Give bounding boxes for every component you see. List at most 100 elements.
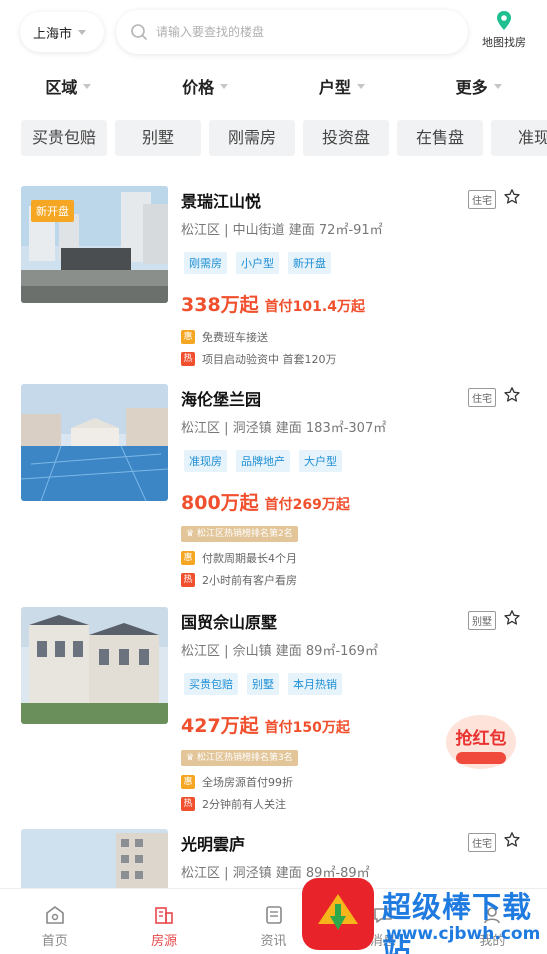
hot-icon: 热 <box>181 797 195 811</box>
chip-villa[interactable]: 别墅 <box>115 120 201 156</box>
filter-layout[interactable]: 户型 <box>274 72 411 100</box>
watermark-logo <box>302 878 374 950</box>
map-search-button[interactable]: 地图找房 <box>478 10 530 54</box>
ranking-badge: ♛ 松江区热销榜排名第2名 <box>181 526 298 542</box>
map-pin-icon <box>497 11 511 30</box>
listing-tag: 小户型 <box>236 252 279 274</box>
filter-label: 户型 <box>318 78 351 97</box>
promo-text: 抢红包 <box>456 728 507 749</box>
filter-price[interactable]: 价格 <box>137 72 274 100</box>
chip-investment[interactable]: 投资盘 <box>303 120 389 156</box>
watermark-url: www.cjbwh.com <box>386 924 541 944</box>
listing-location: 松江区 | 中山街道 建面 72㎡-91㎡ <box>181 223 383 238</box>
discount-icon: 惠 <box>181 775 195 789</box>
city-label: 上海市 <box>33 26 73 42</box>
hot-icon: 热 <box>181 352 195 366</box>
listing-tags: 刚需房 小户型 新开盘 <box>184 252 340 274</box>
listing-location: 松江区 | 洞泾镇 建面 183㎡-307㎡ <box>181 421 387 436</box>
property-type-tag: 住宅 <box>468 833 496 852</box>
filter-more[interactable]: 更多 <box>410 72 547 100</box>
info-text: 付款周期最长4个月 <box>202 552 297 565</box>
trophy-icon: ♛ <box>186 529 197 539</box>
listing-tag: 买贵包赔 <box>184 673 238 695</box>
listing-name: 国贸佘山原墅 <box>181 613 278 632</box>
listing-name: 景瑞江山悦 <box>181 192 262 211</box>
home-icon <box>45 906 64 924</box>
search-box[interactable] <box>116 10 468 54</box>
total-price: 338万起 <box>181 294 259 316</box>
listing-photo <box>21 829 168 888</box>
hot-info: 热项目启动验资中 首套120万 <box>181 351 337 367</box>
nav-home[interactable]: 首页 <box>0 889 109 954</box>
discount-icon: 惠 <box>181 551 195 565</box>
hot-info: 热 2小时前有客户看房 <box>181 572 297 588</box>
listing-tag: 准现房 <box>184 450 227 472</box>
listing-price: 338万起 首付101.4万起 <box>181 290 365 317</box>
chevron-down-icon <box>356 83 365 89</box>
listing-tag: 大户型 <box>299 450 342 472</box>
promo-info: 惠付款周期最长4个月 <box>181 550 297 566</box>
top-bar: 上海市 地图找房 <box>0 8 547 58</box>
chip-essential[interactable]: 刚需房 <box>209 120 295 156</box>
filter-area[interactable]: 区域 <box>0 72 137 100</box>
listing-tag: 别墅 <box>247 673 279 695</box>
hot-info: 热 2分钟前有人关注 <box>181 796 286 812</box>
listing-price: 427万起 首付150万起 <box>181 711 350 738</box>
promo-info: 惠免费班车接送 <box>181 329 268 345</box>
search-icon <box>131 24 147 40</box>
listing-tags: 准现房 品牌地产 大户型 <box>184 450 351 472</box>
map-search-label: 地图找房 <box>482 36 526 49</box>
city-selector[interactable]: 上海市 <box>20 12 104 52</box>
new-listing-badge: 新开盘 <box>31 200 74 222</box>
chip-ready-house[interactable]: 准现 <box>491 120 547 156</box>
star-icon[interactable] <box>503 609 521 627</box>
down-payment: 首付101.4万起 <box>264 299 365 315</box>
red-packet-promo[interactable]: 抢红包 <box>444 712 518 772</box>
quick-tag-row: 买贵包赔 别墅 刚需房 投资盘 在售盘 准现 <box>21 120 547 158</box>
listing-photo <box>21 607 168 724</box>
listing-list: 新开盘 景瑞江山悦 住宅 松江区 | 中山街道 建面 72㎡-91㎡ 刚需房 小… <box>0 186 547 888</box>
listing-tag: 新开盘 <box>288 252 331 274</box>
info-text: 全场房源首付99折 <box>202 776 293 789</box>
nav-listings[interactable]: 房源 <box>109 889 218 954</box>
info-text: 2小时前有客户看房 <box>202 574 297 587</box>
nav-label: 资讯 <box>260 934 287 949</box>
chevron-down-icon <box>83 83 92 89</box>
listing-tag: 本月热销 <box>288 673 342 695</box>
listing-photo <box>21 384 168 501</box>
listing-name: 光明雲庐 <box>181 835 246 854</box>
site-watermark: 超级棒下载站 www.cjbwh.com <box>302 876 547 954</box>
listing-price: 800万起 首付269万起 <box>181 488 350 515</box>
nav-label: 首页 <box>41 934 68 949</box>
total-price: 427万起 <box>181 715 259 737</box>
info-text: 免费班车接送 <box>202 331 268 344</box>
down-payment: 首付150万起 <box>264 720 350 736</box>
star-icon[interactable] <box>503 188 521 206</box>
info-text: 2分钟前有人关注 <box>202 798 286 811</box>
ranking-text: 松江区热销榜排名第2名 <box>196 529 293 539</box>
search-input[interactable] <box>156 25 436 39</box>
star-icon[interactable] <box>503 386 521 404</box>
down-payment: 首付269万起 <box>264 497 350 513</box>
trophy-icon: ♛ <box>186 753 197 763</box>
chevron-down-icon <box>220 83 229 89</box>
chip-buy-guarantee[interactable]: 买贵包赔 <box>21 120 107 156</box>
chip-on-sale[interactable]: 在售盘 <box>397 120 483 156</box>
ranking-text: 松江区热销榜排名第3名 <box>196 753 293 763</box>
property-type-tag: 住宅 <box>468 190 496 209</box>
nav-label: 房源 <box>151 934 178 949</box>
listing-photo: 新开盘 <box>21 186 168 303</box>
filter-label: 更多 <box>455 78 488 97</box>
listing-tags: 买贵包赔 别墅 本月热销 <box>184 673 351 695</box>
property-type-tag: 别墅 <box>468 611 496 630</box>
total-price: 800万起 <box>181 492 259 514</box>
star-icon[interactable] <box>503 831 521 849</box>
listing-tag: 品牌地产 <box>236 450 290 472</box>
filter-label: 区域 <box>45 78 78 97</box>
news-icon <box>265 906 282 924</box>
red-packet-icon: 抢红包 <box>446 715 516 769</box>
filter-bar: 区域 价格 户型 更多 <box>0 72 547 100</box>
property-type-tag: 住宅 <box>468 388 496 407</box>
info-text: 项目启动验资中 首套120万 <box>202 353 337 366</box>
listing-name: 海伦堡兰园 <box>181 390 262 409</box>
